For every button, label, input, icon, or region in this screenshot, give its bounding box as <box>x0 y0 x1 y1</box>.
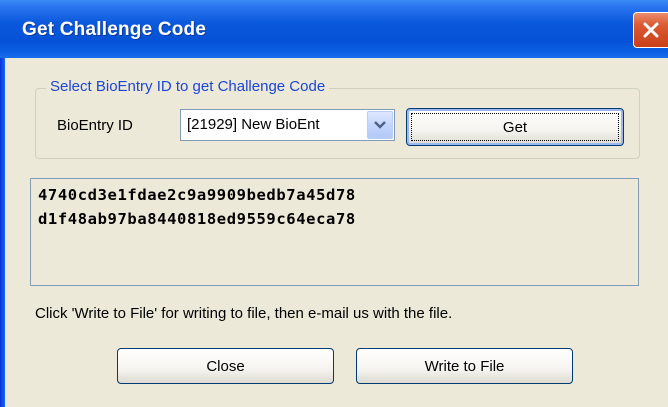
bioentry-id-label: BioEntry ID <box>57 117 133 134</box>
focus-rectangle <box>411 113 619 141</box>
close-x-icon <box>643 22 659 38</box>
instruction-text: Click 'Write to File' for writing to fil… <box>35 305 453 322</box>
bioentry-id-select[interactable]: [21929] New BioEnt <box>180 109 395 141</box>
write-to-file-button[interactable]: Write to File <box>356 348 573 384</box>
window-frame-left <box>0 58 5 407</box>
window-close-button[interactable] <box>633 12 668 48</box>
window-title: Get Challenge Code <box>22 19 207 40</box>
close-button-label: Close <box>206 357 245 375</box>
groupbox-legend: Select BioEntry ID to get Challenge Code <box>46 78 330 96</box>
select-dropdown-button[interactable] <box>367 111 393 139</box>
challenge-code-line-2: d1f48ab97ba8440818ed9559c64eca78 <box>38 210 356 228</box>
challenge-code-dialog: Get Challenge Code Select BioEntry ID to… <box>0 0 668 407</box>
challenge-code-textbox[interactable]: 4740cd3e1fdae2c9a9909bedb7a45d78 d1f48ab… <box>30 178 639 286</box>
close-button[interactable]: Close <box>117 348 334 384</box>
bioentry-id-select-value: [21929] New BioEnt <box>187 116 320 133</box>
chevron-down-icon <box>374 121 386 129</box>
get-button[interactable]: Get <box>406 108 624 146</box>
write-to-file-button-label: Write to File <box>424 357 505 375</box>
title-bar[interactable]: Get Challenge Code <box>0 0 668 58</box>
challenge-code-line-1: 4740cd3e1fdae2c9a9909bedb7a45d78 <box>38 186 356 204</box>
